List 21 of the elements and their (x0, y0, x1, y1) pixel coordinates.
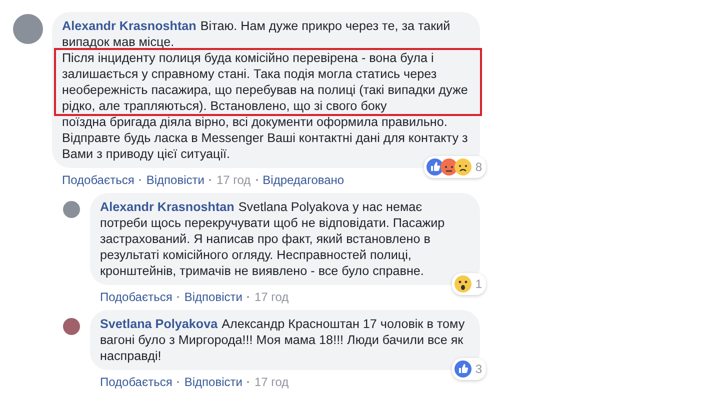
comment-text: Alexandr Krasnoshtan Svetlana Polyakova у нас немає потреби щось перекручувати щоб не відповідати. Пасажир застрахований. Я написав про факт, який встановлено в результаті комісійного огляду. Несправностей полиці, кронштейнів, тримачів не виявлено - все було справне. (100, 199, 446, 279)
comment-text: Alexandr Krasnoshtan Вітаю. Нам дуже прикро через те, за такий випадок мав місце. (62, 18, 452, 50)
author-name[interactable]: Alexandr Krasnoshtan (100, 200, 234, 214)
action-link[interactable]: Подобається (62, 173, 134, 187)
action-link[interactable]: Відредаговано (262, 173, 344, 187)
avatar[interactable] (63, 318, 80, 335)
reaction-count: 8 (475, 159, 482, 175)
action-link[interactable]: Подобається (100, 290, 172, 304)
action-link[interactable]: Відповісти (184, 375, 242, 389)
author-name[interactable]: Alexandr Krasnoshtan (62, 19, 196, 33)
reaction-count: 3 (475, 361, 482, 377)
surprised-face-icon (454, 275, 472, 293)
sad-face-icon (454, 158, 472, 176)
author-name[interactable]: Svetlana Polyakova (100, 317, 218, 331)
avatar[interactable] (63, 201, 80, 218)
reaction-count: 1 (475, 276, 482, 292)
avatar[interactable] (13, 14, 43, 44)
action-link[interactable]: Подобається (100, 375, 172, 389)
thumbs-up-icon (454, 360, 472, 378)
action-link[interactable]: Відповісти (184, 290, 242, 304)
action-link[interactable]: Відповісти (146, 173, 204, 187)
